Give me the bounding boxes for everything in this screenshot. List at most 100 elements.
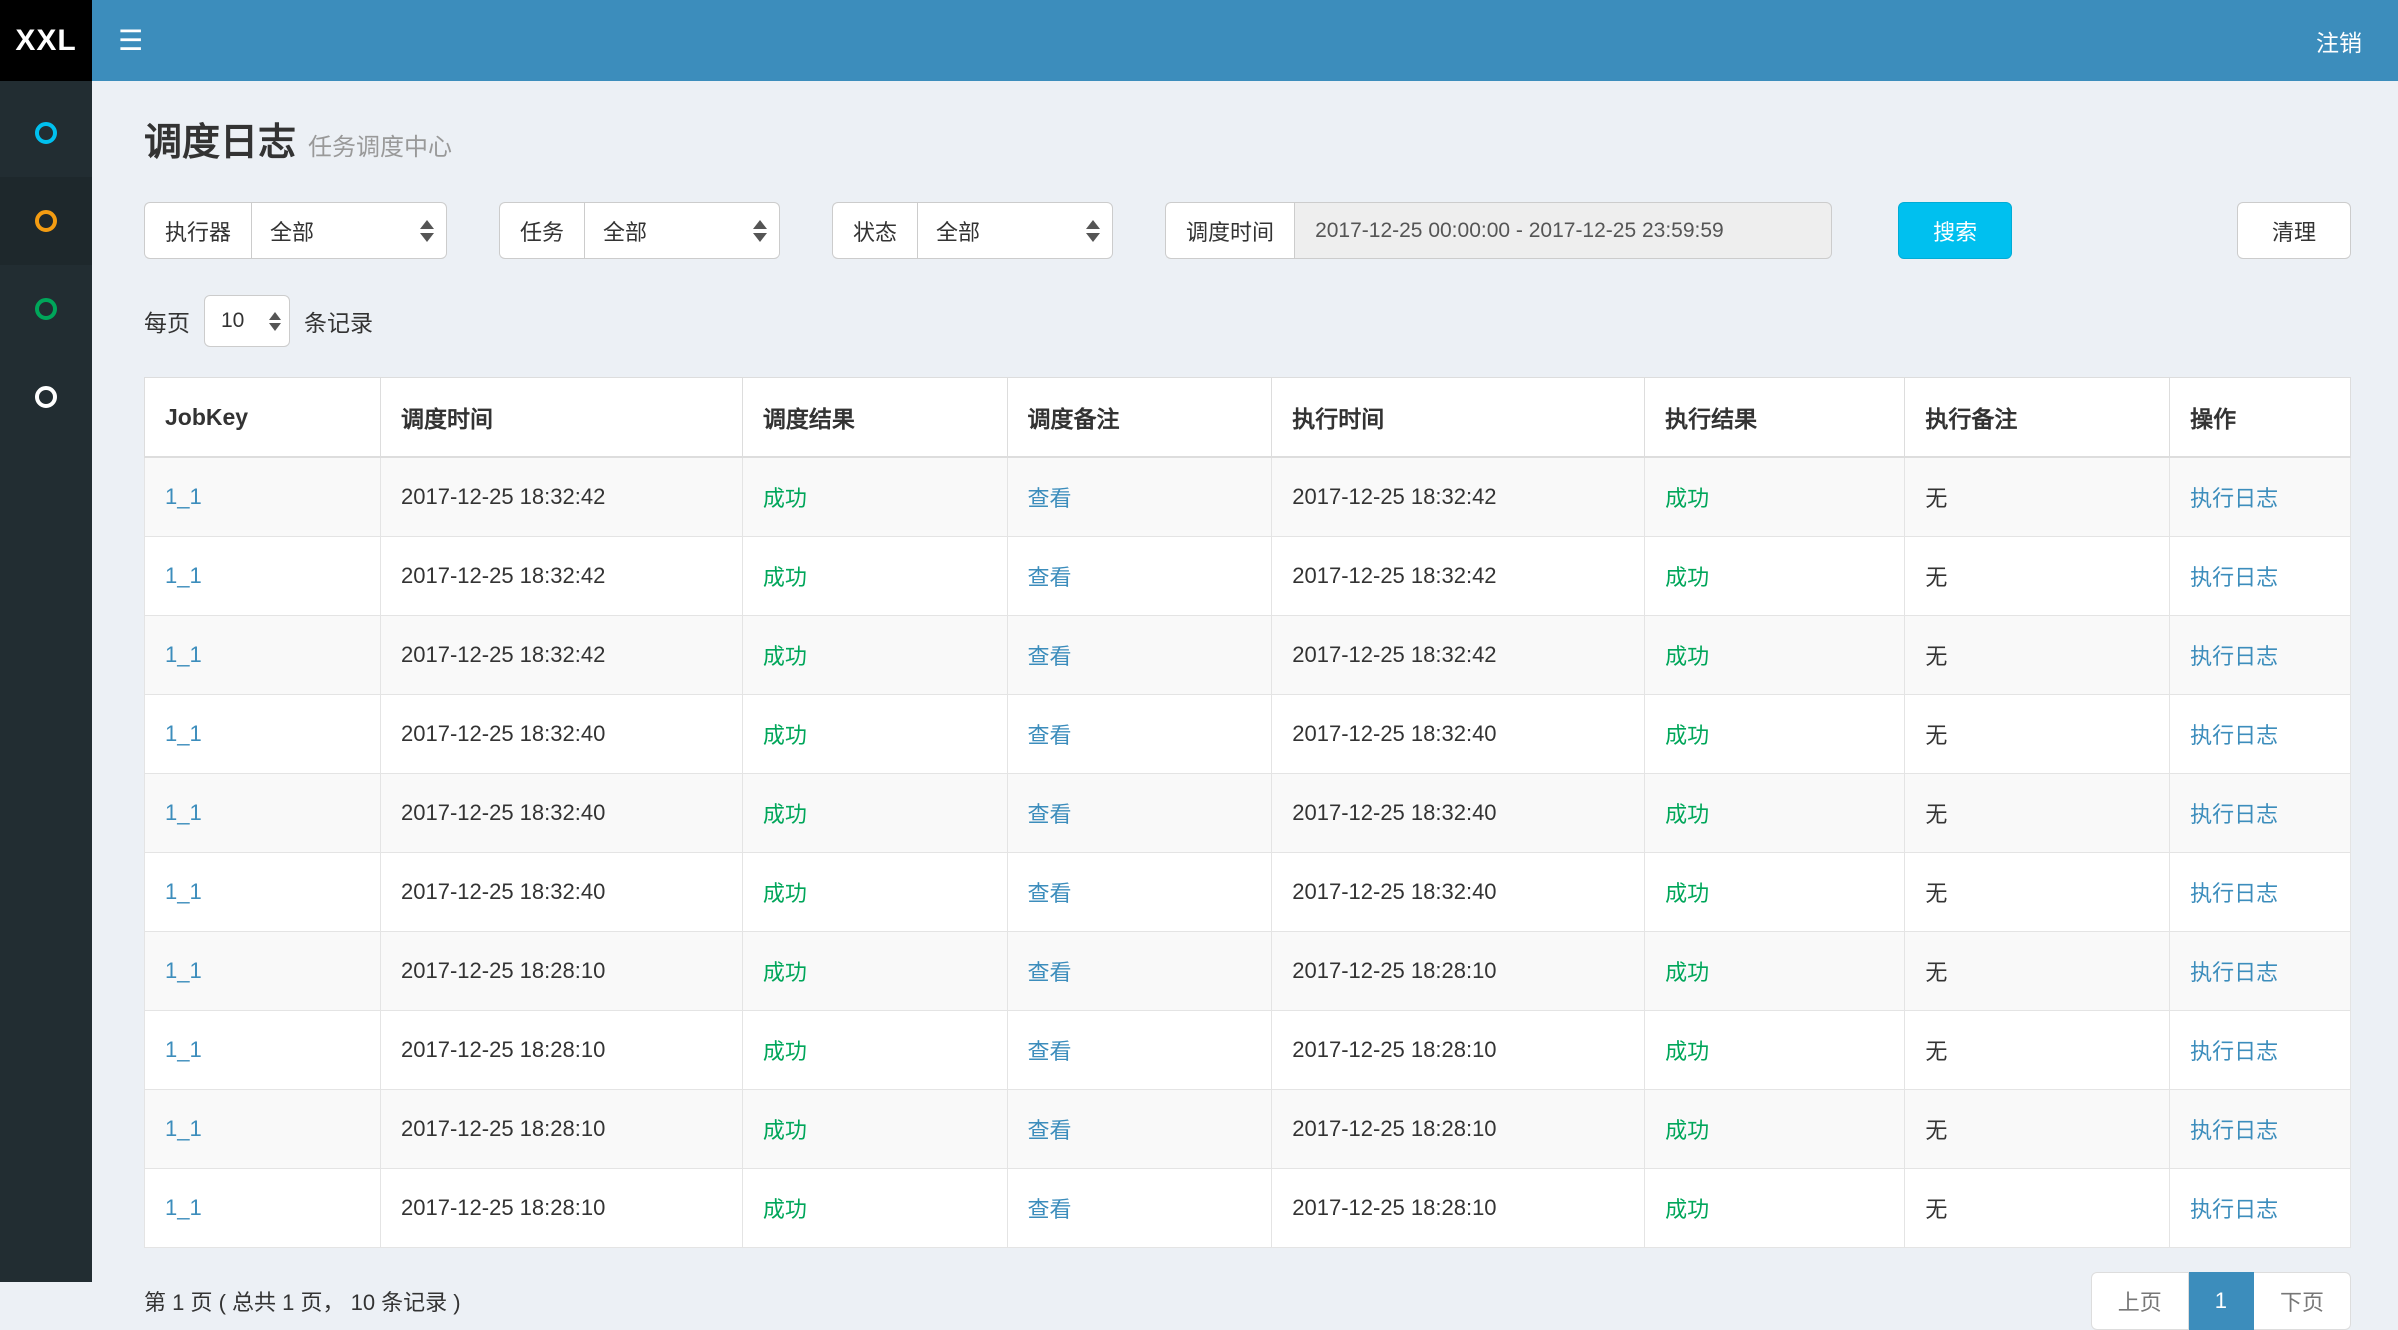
trigger-msg-link[interactable]: 查看: [1028, 1039, 1072, 1064]
job-filter-select[interactable]: 全部: [584, 202, 780, 259]
filter-toolbar: 执行器 全部 任务 全部 状态 全部 调度时间 搜索 清理: [144, 202, 2351, 259]
trigger-msg-link[interactable]: 查看: [1028, 565, 1072, 590]
status-filter-select[interactable]: 全部: [917, 202, 1113, 259]
exec-log-link[interactable]: 执行日志: [2190, 723, 2278, 748]
exec-log-link[interactable]: 执行日志: [2190, 565, 2278, 590]
search-button[interactable]: 搜索: [1898, 202, 2012, 259]
trigger-msg-link[interactable]: 查看: [1028, 1118, 1072, 1143]
handle-result-text: 成功: [1665, 1118, 1709, 1143]
table-row: 1_1 2017-12-25 18:32:42 成功 查看 2017-12-25…: [145, 537, 2351, 616]
jobkey-link[interactable]: 1_1: [165, 1037, 202, 1062]
exec-log-link[interactable]: 执行日志: [2190, 960, 2278, 985]
cell-trigger-time: 2017-12-25 18:32:40: [381, 695, 743, 774]
executor-filter-value: 全部: [270, 215, 314, 247]
logout-link[interactable]: 注销: [2316, 24, 2362, 58]
jobkey-link[interactable]: 1_1: [165, 879, 202, 904]
cell-jobkey: 1_1: [145, 695, 381, 774]
cell-trigger-result: 成功: [742, 537, 1007, 616]
cell-trigger-msg: 查看: [1007, 853, 1272, 932]
cell-handle-msg: 无: [1905, 1090, 2170, 1169]
app-logo[interactable]: XXL: [0, 0, 92, 81]
sidebar: [0, 81, 92, 1282]
exec-log-link[interactable]: 执行日志: [2190, 1197, 2278, 1222]
jobkey-link[interactable]: 1_1: [165, 1116, 202, 1141]
page-subtitle: 任务调度中心: [308, 127, 452, 162]
job-filter-value: 全部: [603, 215, 647, 247]
cell-jobkey: 1_1: [145, 457, 381, 537]
cell-handle-result: 成功: [1645, 457, 1905, 537]
trigger-msg-link[interactable]: 查看: [1028, 1197, 1072, 1222]
jobkey-link[interactable]: 1_1: [165, 1195, 202, 1220]
exec-log-link[interactable]: 执行日志: [2190, 1039, 2278, 1064]
cell-jobkey: 1_1: [145, 616, 381, 695]
cell-handle-time: 2017-12-25 18:32:42: [1272, 616, 1645, 695]
sidebar-item-4[interactable]: [0, 353, 92, 441]
cell-trigger-time: 2017-12-25 18:32:42: [381, 457, 743, 537]
exec-log-link[interactable]: 执行日志: [2190, 802, 2278, 827]
jobkey-link[interactable]: 1_1: [165, 721, 202, 746]
handle-result-text: 成功: [1665, 1039, 1709, 1064]
cell-jobkey: 1_1: [145, 932, 381, 1011]
col-header-trigger-result: 调度结果: [742, 378, 1007, 458]
sidebar-item-3[interactable]: [0, 265, 92, 353]
trigger-result-text: 成功: [763, 1039, 807, 1064]
col-header-handle-msg: 执行备注: [1905, 378, 2170, 458]
cell-jobkey: 1_1: [145, 1011, 381, 1090]
cell-jobkey: 1_1: [145, 537, 381, 616]
cell-handle-msg: 无: [1905, 616, 2170, 695]
status-filter-value: 全部: [936, 215, 980, 247]
cell-action: 执行日志: [2170, 457, 2351, 537]
trigger-msg-link[interactable]: 查看: [1028, 644, 1072, 669]
trigger-msg-link[interactable]: 查看: [1028, 881, 1072, 906]
cell-trigger-result: 成功: [742, 457, 1007, 537]
cell-jobkey: 1_1: [145, 1090, 381, 1169]
clear-button[interactable]: 清理: [2237, 202, 2351, 259]
cell-handle-time: 2017-12-25 18:32:42: [1272, 537, 1645, 616]
trigger-msg-link[interactable]: 查看: [1028, 723, 1072, 748]
handle-result-text: 成功: [1665, 486, 1709, 511]
log-table: JobKey 调度时间 调度结果 调度备注 执行时间 执行结果 执行备注 操作 …: [144, 377, 2351, 1248]
jobkey-link[interactable]: 1_1: [165, 642, 202, 667]
sidebar-item-1[interactable]: [0, 89, 92, 177]
exec-log-link[interactable]: 执行日志: [2190, 881, 2278, 906]
job-filter-group: 任务 全部: [499, 202, 780, 259]
cell-trigger-result: 成功: [742, 932, 1007, 1011]
cell-handle-msg: 无: [1905, 853, 2170, 932]
exec-log-link[interactable]: 执行日志: [2190, 486, 2278, 511]
jobkey-link[interactable]: 1_1: [165, 484, 202, 509]
pagination-page-1-button[interactable]: 1: [2189, 1272, 2254, 1330]
exec-log-link[interactable]: 执行日志: [2190, 1118, 2278, 1143]
table-row: 1_1 2017-12-25 18:32:40 成功 查看 2017-12-25…: [145, 774, 2351, 853]
cell-handle-msg: 无: [1905, 932, 2170, 1011]
select-arrows-icon: [269, 312, 281, 331]
handle-result-text: 成功: [1665, 960, 1709, 985]
pagination-prev-button[interactable]: 上页: [2091, 1272, 2189, 1330]
handle-result-text: 成功: [1665, 723, 1709, 748]
trigger-msg-link[interactable]: 查看: [1028, 802, 1072, 827]
cell-trigger-msg: 查看: [1007, 616, 1272, 695]
trigger-msg-link[interactable]: 查看: [1028, 960, 1072, 985]
trigger-time-range-input[interactable]: [1294, 202, 1832, 259]
sidebar-item-2[interactable]: [0, 177, 92, 265]
table-row: 1_1 2017-12-25 18:32:40 成功 查看 2017-12-25…: [145, 853, 2351, 932]
cell-trigger-result: 成功: [742, 853, 1007, 932]
jobkey-link[interactable]: 1_1: [165, 563, 202, 588]
sidebar-toggle-button[interactable]: ☰: [92, 0, 169, 81]
trigger-msg-link[interactable]: 查看: [1028, 486, 1072, 511]
main-content: 调度日志 任务调度中心 执行器 全部 任务 全部 状态 全部: [92, 81, 2398, 1282]
executor-filter-select[interactable]: 全部: [251, 202, 447, 259]
navbar-content: ☰ 注销: [92, 0, 2398, 81]
pagination: 上页 1 下页: [2091, 1272, 2351, 1330]
length-suffix-label: 条记录: [304, 304, 373, 338]
page-length-select[interactable]: 10: [204, 295, 290, 347]
col-header-action: 操作: [2170, 378, 2351, 458]
exec-log-link[interactable]: 执行日志: [2190, 644, 2278, 669]
pagination-next-button[interactable]: 下页: [2254, 1272, 2351, 1330]
cell-handle-result: 成功: [1645, 932, 1905, 1011]
select-arrows-icon: [420, 220, 434, 242]
jobkey-link[interactable]: 1_1: [165, 958, 202, 983]
col-header-trigger-time: 调度时间: [381, 378, 743, 458]
table-footer: 第 1 页 ( 总共 1 页， 10 条记录 ) 上页 1 下页: [144, 1272, 2351, 1330]
executor-filter-label: 执行器: [144, 202, 251, 259]
jobkey-link[interactable]: 1_1: [165, 800, 202, 825]
